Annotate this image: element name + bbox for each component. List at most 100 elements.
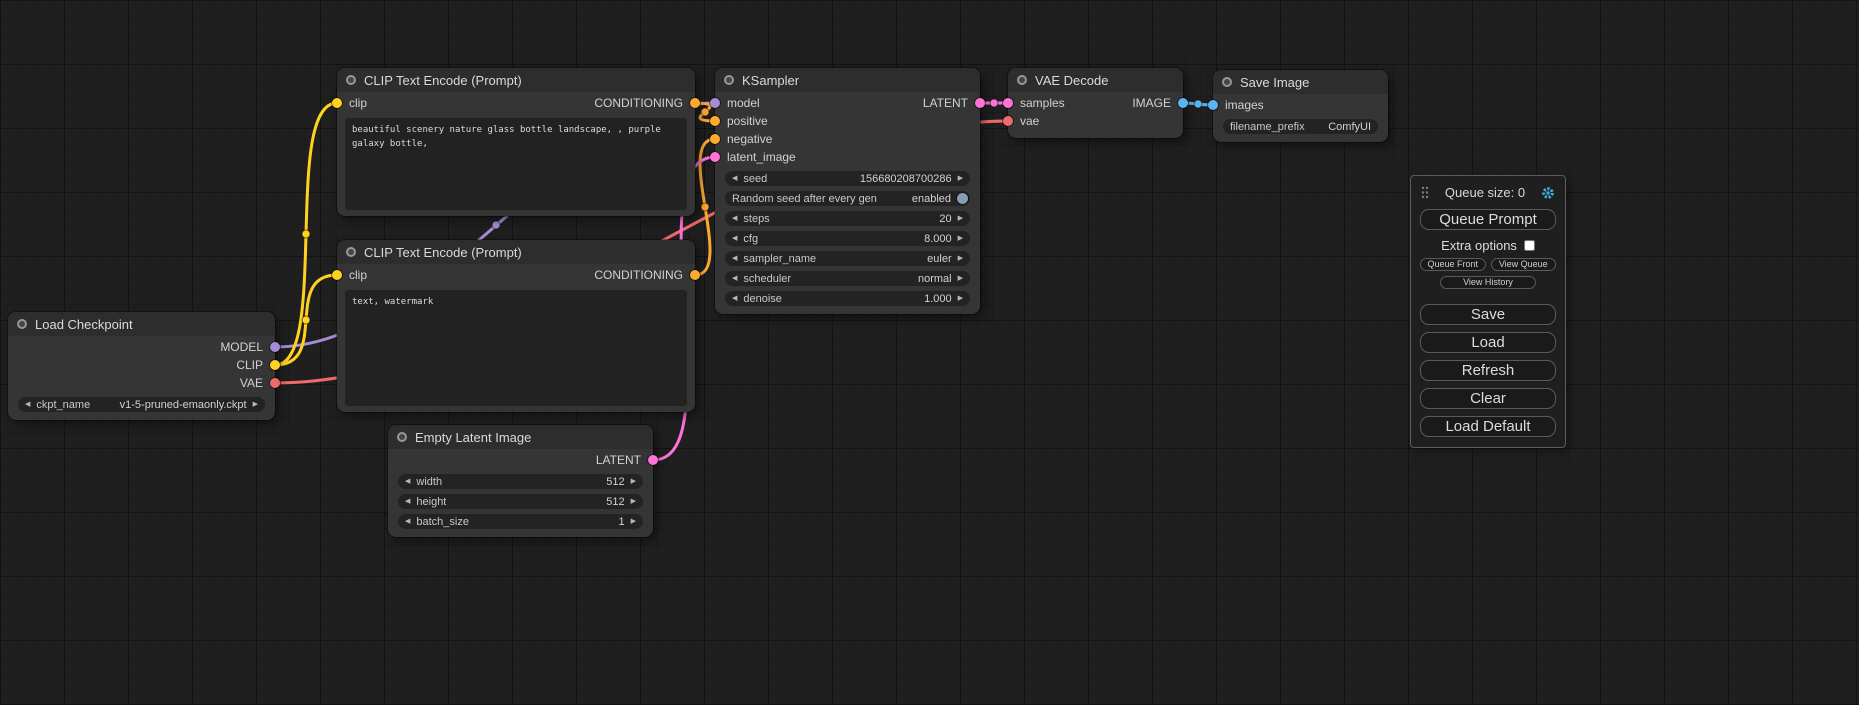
- next-arrow-icon[interactable]: ▶: [631, 498, 636, 505]
- collapse-toggle-icon[interactable]: [724, 75, 734, 85]
- view-history-button[interactable]: View History: [1440, 276, 1536, 289]
- conditioning-output-port[interactable]: [690, 98, 700, 108]
- node-clip-text-encode-positive[interactable]: CLIP Text Encode (Prompt) clip CONDITION…: [337, 68, 695, 216]
- conditioning-output-port[interactable]: [690, 270, 700, 280]
- node-header[interactable]: Save Image: [1213, 70, 1388, 94]
- latent-output-port[interactable]: [648, 455, 658, 465]
- prev-arrow-icon[interactable]: ◀: [732, 295, 737, 302]
- toggle-knob-icon[interactable]: [957, 193, 968, 204]
- collapse-toggle-icon[interactable]: [346, 247, 356, 257]
- prompt-text-area[interactable]: beautiful scenery nature glass bottle la…: [345, 118, 687, 210]
- prev-arrow-icon[interactable]: ◀: [732, 275, 737, 282]
- next-arrow-icon[interactable]: ▶: [631, 518, 636, 525]
- vae-input-port[interactable]: [1003, 116, 1013, 126]
- widget-label: sampler_name: [743, 253, 816, 265]
- model-output-port[interactable]: [270, 342, 280, 352]
- node-load-checkpoint[interactable]: Load Checkpoint MODEL CLIP VAE ◀ ckpt_na…: [8, 312, 275, 420]
- next-arrow-icon[interactable]: ▶: [958, 235, 963, 242]
- collapse-toggle-icon[interactable]: [17, 319, 27, 329]
- clear-button[interactable]: Clear: [1420, 388, 1556, 409]
- view-queue-button[interactable]: View Queue: [1491, 258, 1557, 271]
- output-row: LATENT: [388, 451, 653, 469]
- filename-prefix-widget[interactable]: filename_prefix ComfyUI: [1223, 119, 1378, 134]
- negative-input-port[interactable]: [710, 134, 720, 144]
- node-title: Load Checkpoint: [35, 317, 133, 332]
- settings-gear-icon[interactable]: [1541, 186, 1555, 200]
- clip-input-port[interactable]: [332, 98, 342, 108]
- images-input-port[interactable]: [1208, 100, 1218, 110]
- output-label-vae: VAE: [240, 376, 263, 390]
- model-input-port[interactable]: [710, 98, 720, 108]
- denoise-widget[interactable]: ◀ denoise 1.000 ▶: [725, 291, 970, 306]
- batch-size-widget[interactable]: ◀ batch_size 1 ▶: [398, 514, 643, 529]
- seed-widget[interactable]: ◀ seed 156680208700286 ▶: [725, 171, 970, 186]
- clip-input-port[interactable]: [332, 270, 342, 280]
- node-header[interactable]: VAE Decode: [1008, 68, 1183, 92]
- node-graph-canvas[interactable]: Load Checkpoint MODEL CLIP VAE ◀ ckpt_na…: [0, 0, 1859, 705]
- collapse-toggle-icon[interactable]: [1017, 75, 1027, 85]
- next-arrow-icon[interactable]: ▶: [253, 401, 258, 408]
- scheduler-widget[interactable]: ◀ scheduler normal ▶: [725, 271, 970, 286]
- steps-widget[interactable]: ◀ steps 20 ▶: [725, 211, 970, 226]
- next-arrow-icon[interactable]: ▶: [958, 215, 963, 222]
- refresh-button[interactable]: Refresh: [1420, 360, 1556, 381]
- output-label-conditioning: CONDITIONING: [594, 268, 683, 282]
- drag-handle-icon[interactable]: [1421, 186, 1429, 199]
- node-clip-text-encode-negative[interactable]: CLIP Text Encode (Prompt) clip CONDITION…: [337, 240, 695, 412]
- collapse-toggle-icon[interactable]: [346, 75, 356, 85]
- prev-arrow-icon[interactable]: ◀: [732, 175, 737, 182]
- load-button[interactable]: Load: [1420, 332, 1556, 353]
- node-title: CLIP Text Encode (Prompt): [364, 73, 522, 88]
- clip-output-port[interactable]: [270, 360, 280, 370]
- extra-options-checkbox[interactable]: [1524, 240, 1535, 251]
- prev-arrow-icon[interactable]: ◀: [405, 478, 410, 485]
- link-midpoint-dot: [492, 221, 500, 229]
- next-arrow-icon[interactable]: ▶: [958, 275, 963, 282]
- prev-arrow-icon[interactable]: ◀: [25, 401, 30, 408]
- vae-output-port[interactable]: [270, 378, 280, 388]
- node-vae-decode[interactable]: VAE Decode samples IMAGE vae: [1008, 68, 1183, 138]
- sampler-name-widget[interactable]: ◀ sampler_name euler ▶: [725, 251, 970, 266]
- next-arrow-icon[interactable]: ▶: [958, 255, 963, 262]
- next-arrow-icon[interactable]: ▶: [631, 478, 636, 485]
- wire-clip-to-positive: [275, 103, 337, 365]
- next-arrow-icon[interactable]: ▶: [958, 175, 963, 182]
- prev-arrow-icon[interactable]: ◀: [405, 498, 410, 505]
- queue-prompt-button[interactable]: Queue Prompt: [1420, 209, 1556, 230]
- node-ksampler[interactable]: KSampler model LATENT positive negative …: [715, 68, 980, 314]
- random-seed-toggle-widget[interactable]: Random seed after every gen enabled: [725, 191, 970, 206]
- prompt-text-area[interactable]: text, watermark: [345, 290, 687, 406]
- node-save-image[interactable]: Save Image images filename_prefix ComfyU…: [1213, 70, 1388, 142]
- prev-arrow-icon[interactable]: ◀: [405, 518, 410, 525]
- extra-options-row: Extra options: [1420, 238, 1556, 253]
- widget-value: ComfyUI: [1328, 121, 1371, 133]
- samples-input-port[interactable]: [1003, 98, 1013, 108]
- prev-arrow-icon[interactable]: ◀: [732, 235, 737, 242]
- collapse-toggle-icon[interactable]: [1222, 77, 1232, 87]
- node-empty-latent-image[interactable]: Empty Latent Image LATENT ◀ width 512 ▶ …: [388, 425, 653, 537]
- node-header[interactable]: Load Checkpoint: [8, 312, 275, 336]
- ckpt-name-widget[interactable]: ◀ ckpt_name v1-5-pruned-emaonly.ckpt ▶: [18, 397, 265, 412]
- next-arrow-icon[interactable]: ▶: [958, 295, 963, 302]
- image-output-port[interactable]: [1178, 98, 1188, 108]
- prev-arrow-icon[interactable]: ◀: [732, 215, 737, 222]
- positive-input-port[interactable]: [710, 116, 720, 126]
- node-header[interactable]: CLIP Text Encode (Prompt): [337, 240, 695, 264]
- queue-front-button[interactable]: Queue Front: [1420, 258, 1486, 271]
- prev-arrow-icon[interactable]: ◀: [732, 255, 737, 262]
- height-widget[interactable]: ◀ height 512 ▶: [398, 494, 643, 509]
- latent-image-input-port[interactable]: [710, 152, 720, 162]
- latent-output-port[interactable]: [975, 98, 985, 108]
- save-button[interactable]: Save: [1420, 304, 1556, 325]
- collapse-toggle-icon[interactable]: [397, 432, 407, 442]
- node-header[interactable]: KSampler: [715, 68, 980, 92]
- node-header[interactable]: CLIP Text Encode (Prompt): [337, 68, 695, 92]
- link-midpoint-dot: [302, 230, 310, 238]
- node-header[interactable]: Empty Latent Image: [388, 425, 653, 449]
- width-widget[interactable]: ◀ width 512 ▶: [398, 474, 643, 489]
- widget-label: height: [416, 496, 446, 508]
- cfg-widget[interactable]: ◀ cfg 8.000 ▶: [725, 231, 970, 246]
- widget-value: 156680208700286: [860, 173, 952, 185]
- load-default-button[interactable]: Load Default: [1420, 416, 1556, 437]
- widget-value: euler: [927, 253, 951, 265]
